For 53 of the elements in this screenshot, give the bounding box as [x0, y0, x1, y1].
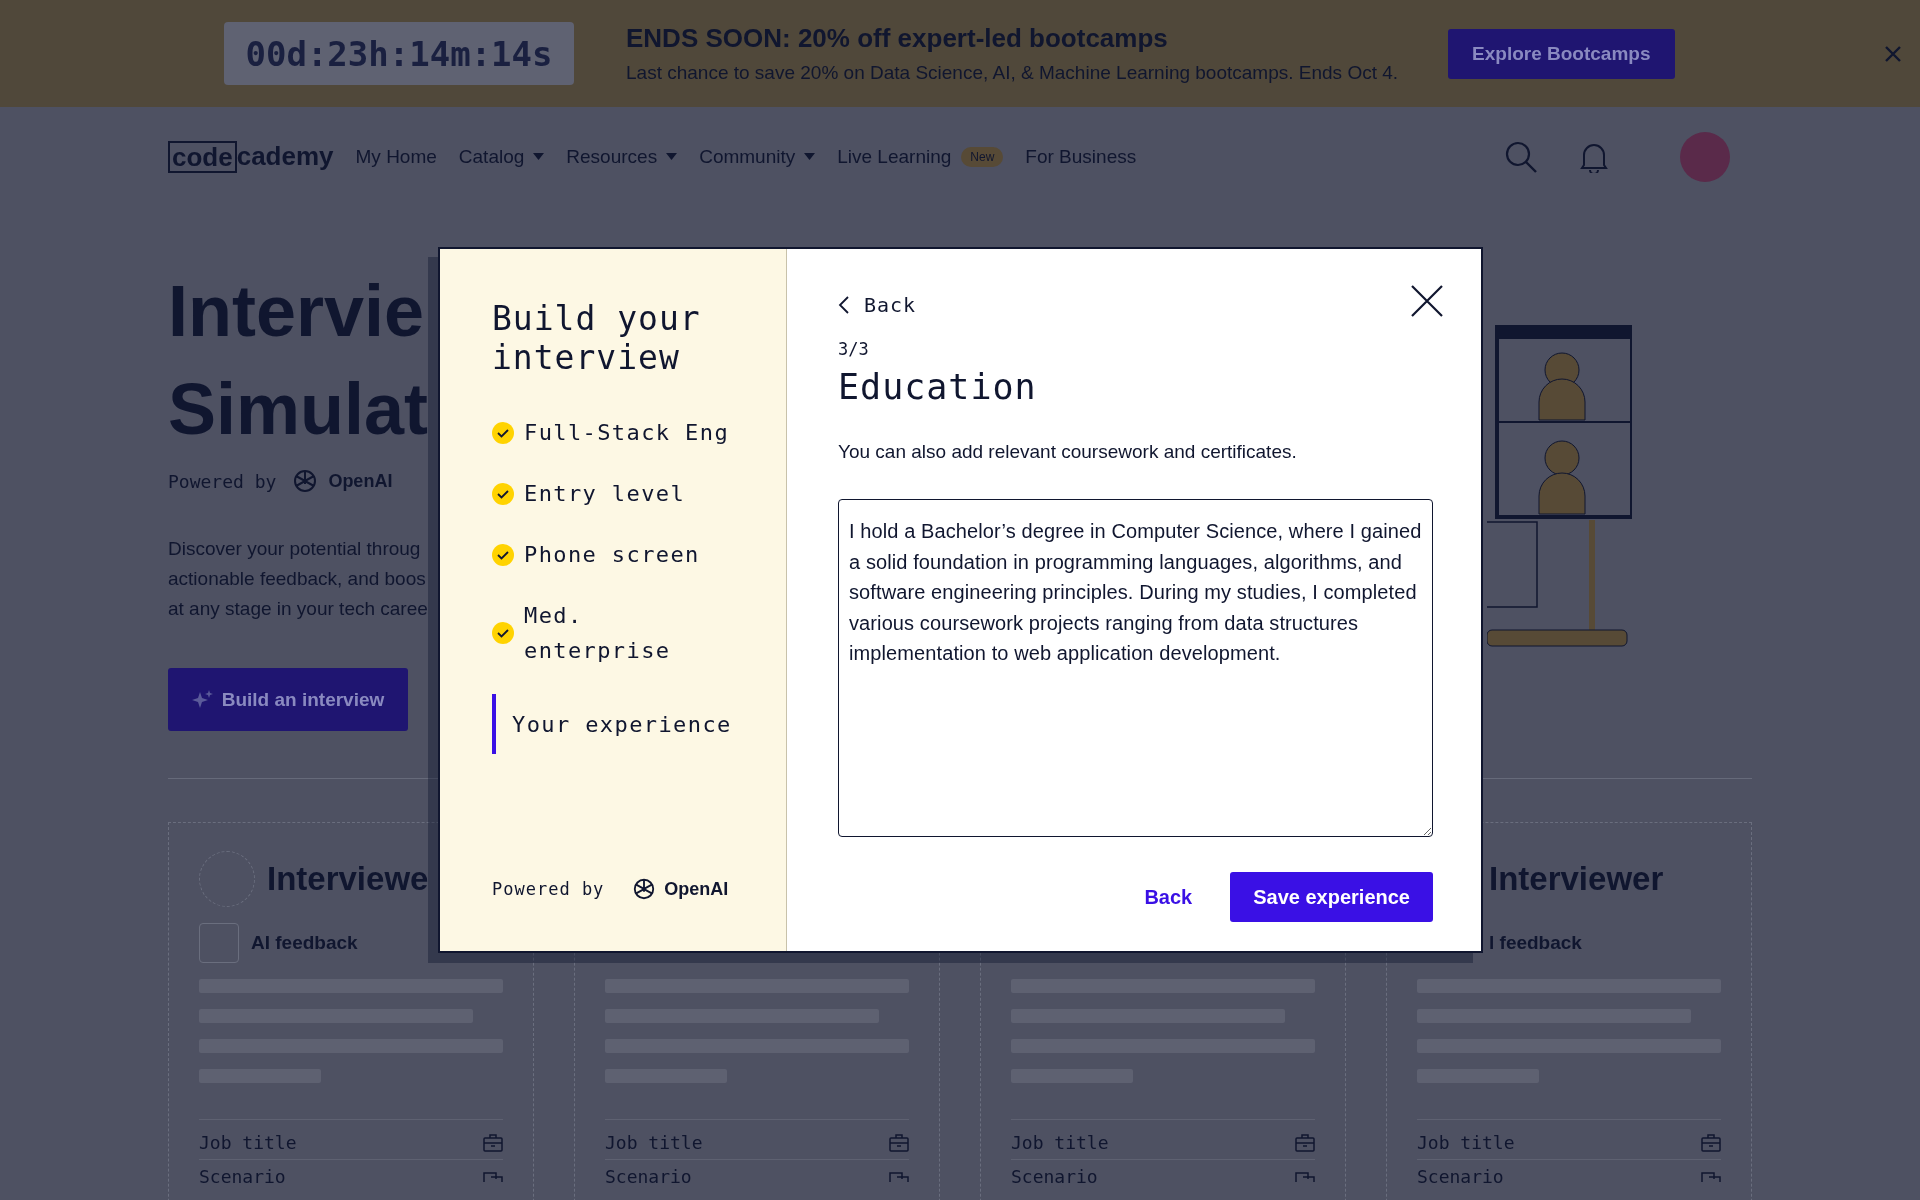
caret-icon [666, 153, 678, 161]
field-label: Scenario [1417, 1166, 1504, 1187]
caret-icon [804, 153, 816, 161]
back-button[interactable]: Back [1138, 884, 1199, 910]
hero-title: Simulat [168, 368, 430, 451]
briefcase-icon [483, 1133, 503, 1152]
hero-description: at any stage in your tech caree [168, 597, 429, 621]
bell-icon[interactable] [1580, 141, 1608, 173]
field-label: Scenario [605, 1166, 692, 1187]
feedback-label: AI feedback [251, 932, 358, 954]
build-interview-button[interactable]: Build an interview [168, 668, 408, 731]
briefcase-icon [1295, 1133, 1315, 1152]
promo-subtitle: Last chance to save 20% on Data Science, AI, & Machine Learning bootcamps. Ends Oct 4. [626, 62, 1399, 84]
chevron-left-icon [838, 295, 850, 315]
explore-bootcamps-button[interactable]: Explore Bootcamps [1448, 28, 1675, 79]
caret-icon [533, 153, 545, 161]
knot-logo-icon [292, 468, 319, 494]
promo-title: ENDS SOON: 20% off expert-led bootcamps [626, 23, 1169, 54]
back-link[interactable]: Back [838, 293, 917, 317]
field-label: Job title [605, 1132, 703, 1153]
avatar[interactable] [1680, 132, 1730, 182]
field-label: Job title [1011, 1132, 1109, 1153]
step-counter: 3/3 [838, 339, 870, 359]
step-item[interactable]: Med. enterprise [492, 598, 786, 668]
close-icon[interactable] [1411, 285, 1443, 317]
search-icon[interactable] [1504, 140, 1538, 174]
countdown-timer: 00d:23h:14m:14s [224, 22, 574, 85]
feedback-label: l feedback [1489, 932, 1582, 954]
step-heading: Education [838, 367, 1038, 407]
card-title: Interviewer [1489, 860, 1664, 898]
save-experience-button[interactable]: Save experience [1230, 872, 1433, 922]
dialog-title: Build your interview [492, 299, 702, 377]
new-badge: New [961, 147, 1004, 167]
step-item[interactable]: Entry level [492, 476, 786, 511]
knot-logo-icon [632, 877, 657, 901]
hero-description: Discover your potential throug [168, 537, 422, 561]
field-label: Job title [1417, 1132, 1515, 1153]
briefcase-icon [889, 1133, 909, 1152]
answer-field[interactable]: I hold a Bachelor’s degree in Computer Science, where I gained a solid foundation in programming languages, algorithms, and software engineering principles. During my studies, I completed various coursework projects ranging from data structures implementation to web application development. [838, 499, 1433, 837]
step-item[interactable]: Phone screen [492, 537, 786, 572]
field-label: Scenario [1011, 1166, 1098, 1187]
field-label: Job title [199, 1132, 297, 1153]
step-item[interactable]: Full-Stack Eng [492, 415, 786, 450]
brand-name: OpenAI [664, 878, 729, 900]
hero-title: Intervie [168, 270, 426, 353]
brand-name: OpenAI [328, 470, 393, 492]
powered-by-label: Powered by [168, 470, 277, 492]
step-description: You can also add relevant coursework and certificates. [838, 441, 1298, 463]
card-title: Interviewe [267, 860, 429, 898]
briefcase-icon [1701, 1133, 1721, 1152]
field-label: Scenario [199, 1166, 286, 1187]
hero-description: actionable feedback, and boos [168, 567, 427, 591]
powered-by-label: Powered by [492, 879, 605, 899]
